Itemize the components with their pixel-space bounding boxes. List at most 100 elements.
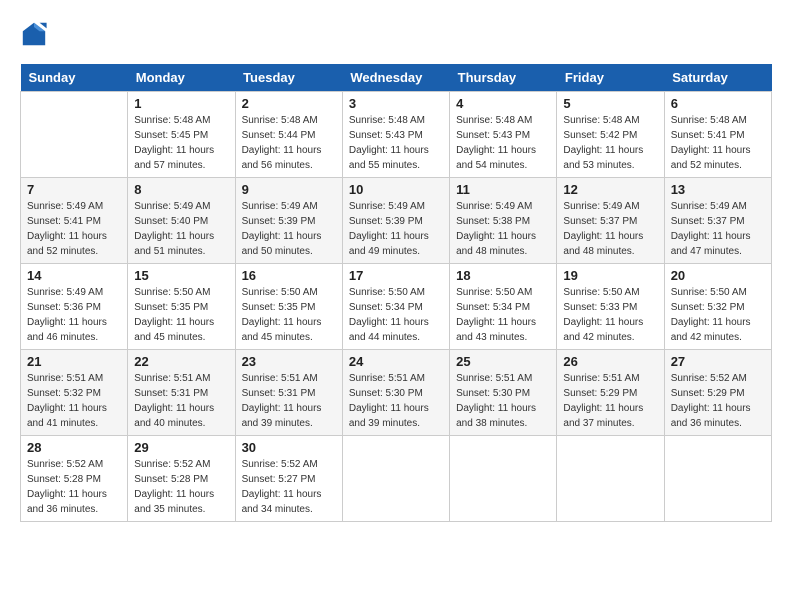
day-cell: 17 Sunrise: 5:50 AMSunset: 5:34 PMDayligh… bbox=[342, 264, 449, 350]
day-cell: 30 Sunrise: 5:52 AMSunset: 5:27 PMDayligh… bbox=[235, 436, 342, 522]
day-detail: Sunrise: 5:48 AMSunset: 5:45 PMDaylight:… bbox=[134, 113, 228, 173]
day-detail: Sunrise: 5:50 AMSunset: 5:33 PMDaylight:… bbox=[563, 285, 657, 345]
day-detail: Sunrise: 5:48 AMSunset: 5:44 PMDaylight:… bbox=[242, 113, 336, 173]
day-detail: Sunrise: 5:48 AMSunset: 5:41 PMDaylight:… bbox=[671, 113, 765, 173]
header-day-thursday: Thursday bbox=[450, 64, 557, 92]
day-number: 1 bbox=[134, 96, 228, 111]
day-number: 5 bbox=[563, 96, 657, 111]
day-detail: Sunrise: 5:51 AMSunset: 5:32 PMDaylight:… bbox=[27, 371, 121, 431]
day-cell: 23 Sunrise: 5:51 AMSunset: 5:31 PMDayligh… bbox=[235, 350, 342, 436]
day-cell: 12 Sunrise: 5:49 AMSunset: 5:37 PMDayligh… bbox=[557, 178, 664, 264]
header-day-tuesday: Tuesday bbox=[235, 64, 342, 92]
day-detail: Sunrise: 5:51 AMSunset: 5:30 PMDaylight:… bbox=[456, 371, 550, 431]
day-number: 9 bbox=[242, 182, 336, 197]
day-detail: Sunrise: 5:52 AMSunset: 5:28 PMDaylight:… bbox=[27, 457, 121, 517]
day-detail: Sunrise: 5:51 AMSunset: 5:31 PMDaylight:… bbox=[242, 371, 336, 431]
week-row-4: 21 Sunrise: 5:51 AMSunset: 5:32 PMDayligh… bbox=[21, 350, 772, 436]
day-detail: Sunrise: 5:52 AMSunset: 5:28 PMDaylight:… bbox=[134, 457, 228, 517]
day-cell: 2 Sunrise: 5:48 AMSunset: 5:44 PMDaylight… bbox=[235, 92, 342, 178]
day-number: 11 bbox=[456, 182, 550, 197]
day-cell bbox=[342, 436, 449, 522]
day-cell: 15 Sunrise: 5:50 AMSunset: 5:35 PMDayligh… bbox=[128, 264, 235, 350]
week-row-1: 1 Sunrise: 5:48 AMSunset: 5:45 PMDaylight… bbox=[21, 92, 772, 178]
day-cell bbox=[450, 436, 557, 522]
day-number: 13 bbox=[671, 182, 765, 197]
day-number: 16 bbox=[242, 268, 336, 283]
day-number: 27 bbox=[671, 354, 765, 369]
day-number: 24 bbox=[349, 354, 443, 369]
day-number: 3 bbox=[349, 96, 443, 111]
day-cell: 7Sunrise: 5:49 AMSunset: 5:41 PMDaylight… bbox=[21, 178, 128, 264]
day-cell bbox=[557, 436, 664, 522]
day-detail: Sunrise: 5:49 AMSunset: 5:37 PMDaylight:… bbox=[563, 199, 657, 259]
day-cell: 11 Sunrise: 5:49 AMSunset: 5:38 PMDayligh… bbox=[450, 178, 557, 264]
day-detail: Sunrise: 5:49 AMSunset: 5:37 PMDaylight:… bbox=[671, 199, 765, 259]
day-number: 14 bbox=[27, 268, 121, 283]
header-row: SundayMondayTuesdayWednesdayThursdayFrid… bbox=[21, 64, 772, 92]
day-number: 2 bbox=[242, 96, 336, 111]
day-detail: Sunrise: 5:52 AMSunset: 5:27 PMDaylight:… bbox=[242, 457, 336, 517]
day-cell: 9 Sunrise: 5:49 AMSunset: 5:39 PMDaylight… bbox=[235, 178, 342, 264]
day-detail: Sunrise: 5:50 AMSunset: 5:34 PMDaylight:… bbox=[349, 285, 443, 345]
day-detail: Sunrise: 5:49 AMSunset: 5:41 PMDaylight:… bbox=[27, 199, 121, 259]
day-cell: 27 Sunrise: 5:52 AMSunset: 5:29 PMDayligh… bbox=[664, 350, 771, 436]
week-row-5: 28 Sunrise: 5:52 AMSunset: 5:28 PMDayligh… bbox=[21, 436, 772, 522]
day-cell bbox=[21, 92, 128, 178]
day-cell: 28 Sunrise: 5:52 AMSunset: 5:28 PMDayligh… bbox=[21, 436, 128, 522]
day-detail: Sunrise: 5:48 AMSunset: 5:42 PMDaylight:… bbox=[563, 113, 657, 173]
day-number: 30 bbox=[242, 440, 336, 455]
logo-icon bbox=[20, 20, 48, 48]
day-cell: 26 Sunrise: 5:51 AMSunset: 5:29 PMDayligh… bbox=[557, 350, 664, 436]
day-detail: Sunrise: 5:51 AMSunset: 5:29 PMDaylight:… bbox=[563, 371, 657, 431]
header-day-monday: Monday bbox=[128, 64, 235, 92]
day-number: 4 bbox=[456, 96, 550, 111]
calendar-header: SundayMondayTuesdayWednesdayThursdayFrid… bbox=[21, 64, 772, 92]
day-detail: Sunrise: 5:49 AMSunset: 5:40 PMDaylight:… bbox=[134, 199, 228, 259]
day-cell: 13 Sunrise: 5:49 AMSunset: 5:37 PMDayligh… bbox=[664, 178, 771, 264]
day-number: 28 bbox=[27, 440, 121, 455]
day-cell: 4 Sunrise: 5:48 AMSunset: 5:43 PMDaylight… bbox=[450, 92, 557, 178]
day-cell: 6Sunrise: 5:48 AMSunset: 5:41 PMDaylight… bbox=[664, 92, 771, 178]
day-detail: Sunrise: 5:51 AMSunset: 5:30 PMDaylight:… bbox=[349, 371, 443, 431]
day-cell bbox=[664, 436, 771, 522]
day-cell: 22Sunrise: 5:51 AMSunset: 5:31 PMDayligh… bbox=[128, 350, 235, 436]
day-detail: Sunrise: 5:52 AMSunset: 5:29 PMDaylight:… bbox=[671, 371, 765, 431]
header-day-friday: Friday bbox=[557, 64, 664, 92]
day-number: 23 bbox=[242, 354, 336, 369]
day-cell: 20Sunrise: 5:50 AMSunset: 5:32 PMDayligh… bbox=[664, 264, 771, 350]
day-number: 17 bbox=[349, 268, 443, 283]
day-detail: Sunrise: 5:50 AMSunset: 5:35 PMDaylight:… bbox=[134, 285, 228, 345]
day-cell: 8 Sunrise: 5:49 AMSunset: 5:40 PMDaylight… bbox=[128, 178, 235, 264]
day-detail: Sunrise: 5:49 AMSunset: 5:39 PMDaylight:… bbox=[349, 199, 443, 259]
day-detail: Sunrise: 5:49 AMSunset: 5:36 PMDaylight:… bbox=[27, 285, 121, 345]
header-day-wednesday: Wednesday bbox=[342, 64, 449, 92]
day-cell: 14 Sunrise: 5:49 AMSunset: 5:36 PMDayligh… bbox=[21, 264, 128, 350]
day-number: 21 bbox=[27, 354, 121, 369]
day-cell: 3 Sunrise: 5:48 AMSunset: 5:43 PMDaylight… bbox=[342, 92, 449, 178]
day-number: 15 bbox=[134, 268, 228, 283]
day-detail: Sunrise: 5:49 AMSunset: 5:38 PMDaylight:… bbox=[456, 199, 550, 259]
day-number: 12 bbox=[563, 182, 657, 197]
day-number: 8 bbox=[134, 182, 228, 197]
week-row-3: 14 Sunrise: 5:49 AMSunset: 5:36 PMDayligh… bbox=[21, 264, 772, 350]
day-number: 19 bbox=[563, 268, 657, 283]
day-number: 18 bbox=[456, 268, 550, 283]
day-detail: Sunrise: 5:49 AMSunset: 5:39 PMDaylight:… bbox=[242, 199, 336, 259]
day-number: 10 bbox=[349, 182, 443, 197]
header-day-saturday: Saturday bbox=[664, 64, 771, 92]
day-detail: Sunrise: 5:48 AMSunset: 5:43 PMDaylight:… bbox=[456, 113, 550, 173]
calendar-body: 1 Sunrise: 5:48 AMSunset: 5:45 PMDaylight… bbox=[21, 92, 772, 522]
day-detail: Sunrise: 5:48 AMSunset: 5:43 PMDaylight:… bbox=[349, 113, 443, 173]
day-cell: 18Sunrise: 5:50 AMSunset: 5:34 PMDayligh… bbox=[450, 264, 557, 350]
day-cell: 19 Sunrise: 5:50 AMSunset: 5:33 PMDayligh… bbox=[557, 264, 664, 350]
day-number: 26 bbox=[563, 354, 657, 369]
day-number: 20 bbox=[671, 268, 765, 283]
page-header bbox=[20, 20, 772, 48]
day-cell: 21 Sunrise: 5:51 AMSunset: 5:32 PMDayligh… bbox=[21, 350, 128, 436]
day-detail: Sunrise: 5:51 AMSunset: 5:31 PMDaylight:… bbox=[134, 371, 228, 431]
day-cell: 5 Sunrise: 5:48 AMSunset: 5:42 PMDaylight… bbox=[557, 92, 664, 178]
day-number: 25 bbox=[456, 354, 550, 369]
week-row-2: 7Sunrise: 5:49 AMSunset: 5:41 PMDaylight… bbox=[21, 178, 772, 264]
day-cell: 1 Sunrise: 5:48 AMSunset: 5:45 PMDaylight… bbox=[128, 92, 235, 178]
calendar-table: SundayMondayTuesdayWednesdayThursdayFrid… bbox=[20, 64, 772, 522]
